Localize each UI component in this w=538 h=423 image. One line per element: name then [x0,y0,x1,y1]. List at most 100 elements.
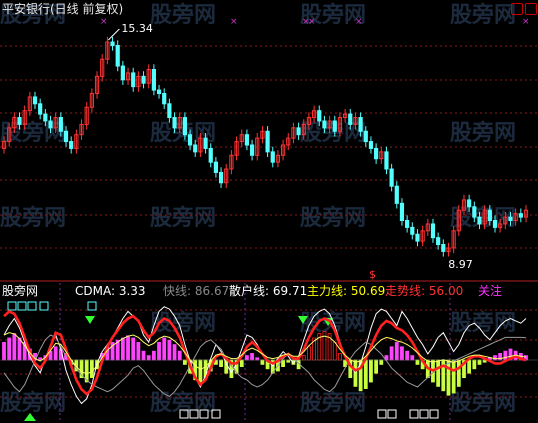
indicator-bar [363,359,368,390]
candle-body [58,117,63,132]
candle-body [384,151,389,170]
indicator-bar [167,339,172,361]
candle-body [296,127,301,136]
price-low-label: 8.97 [448,258,473,271]
indicator-bar [405,350,410,361]
signal-square [429,409,439,419]
indicator-bar [436,359,441,387]
indicator-bar [456,359,461,387]
candle-body [213,161,219,173]
indicator-bar [472,359,477,370]
indicator-bar [400,346,404,361]
indicator-bar [239,359,244,367]
chart-title: 平安银行(日线 前复权) [2,2,124,16]
candle-body [363,130,368,143]
candle-body [115,44,120,67]
top-x-marker: × [522,17,530,27]
indicator-bar [120,337,125,361]
candle-body [265,130,270,153]
indicator-bar [332,341,337,361]
signal-square [27,301,37,311]
candle-body [48,120,53,129]
candle-body [156,89,162,95]
indicator-bar [410,355,415,361]
indicator-bar [131,337,136,361]
indicator-bar [369,359,373,383]
candle-body [348,113,353,125]
candle-body [17,117,22,125]
candle-body [32,96,38,105]
candle-body [120,65,125,81]
indicator-bar [151,350,156,361]
candle-body [368,141,374,149]
indicator-bar [141,350,146,361]
minimize-icon[interactable] [511,3,523,15]
candle-body [430,223,436,239]
candle-body [141,75,146,84]
indicator-bar [415,359,420,365]
candle-body [472,206,477,218]
candle-body [405,220,410,228]
watermark-text: 股旁网 [450,2,516,28]
candle-body [317,110,322,122]
indicator-bar [245,355,249,361]
candle-body [374,147,379,160]
candle-body [218,171,224,184]
indicator-bar [286,359,291,363]
indicator-bar [307,346,311,361]
signal-square [377,409,387,419]
chart-canvas: 股旁网 股旁网 股旁网 股旁网股旁网 股旁网 股旁网股旁网 股旁网 股旁网 股旁网股旁网 股旁网股… [0,2,538,423]
signal-square [7,301,17,311]
watermark-text: 股旁网 [0,205,66,231]
watermark-text: 股旁网 [450,390,516,416]
indicator-header: 股旁网 CDMA: 3.33 快线: 86.67 散户线: 69.71 主力线:… [0,283,538,299]
signal-square [419,409,429,419]
close-icon[interactable] [525,3,537,15]
indicator-bar [177,350,182,361]
indicator-bar [493,355,497,361]
indicator-bar [467,359,472,374]
indicator-bar [17,337,22,361]
indicator-bar [389,346,394,361]
signal-square [17,301,27,311]
candle-body [358,117,363,132]
candle-body [203,137,208,149]
indicator-bar [12,333,17,361]
indicator-bar [136,341,141,361]
watermark-text: 股旁网 [150,390,216,416]
candlestick-series [1,28,529,257]
indicator-bar [260,359,265,365]
indicator-bar [281,359,285,367]
candle-body [167,103,172,119]
dollar-marker: $ [369,268,376,281]
indicator-bar [374,359,379,374]
watermark-layer: 股旁网 股旁网 股旁网 股旁网股旁网 股旁网 股旁网股旁网 股旁网 股旁网 股旁网股旁网 股旁网股… [0,2,516,416]
price-high-label: 15.34 [121,22,153,35]
indicator-bar [38,357,43,361]
indicator-bar [157,341,161,361]
indicator-bar [126,335,130,361]
candle-body [151,68,156,91]
candle-body [110,41,115,46]
indicator-bar [394,341,399,361]
signal-square [87,301,97,311]
watermark-text: 股旁网 [300,205,366,231]
watermark-text: 股旁网 [150,205,216,231]
indicator-bar [172,344,177,361]
candle-body [487,209,492,222]
indicator-bar [250,352,254,361]
candle-body [193,144,198,153]
candle-body [389,168,394,187]
signal-square [387,409,397,419]
indicator-bar [146,355,151,361]
candle-body [410,226,415,235]
candle-body [436,237,441,246]
indicator-guanzhu-button[interactable]: 关注 [478,284,502,298]
candle-body [394,185,399,204]
buy-arrow [85,316,95,324]
high-pointer [108,28,120,41]
indicator-bar [503,350,508,361]
candle-body [492,220,498,228]
top-x-marker: × [100,17,108,27]
candle-body [63,130,69,143]
